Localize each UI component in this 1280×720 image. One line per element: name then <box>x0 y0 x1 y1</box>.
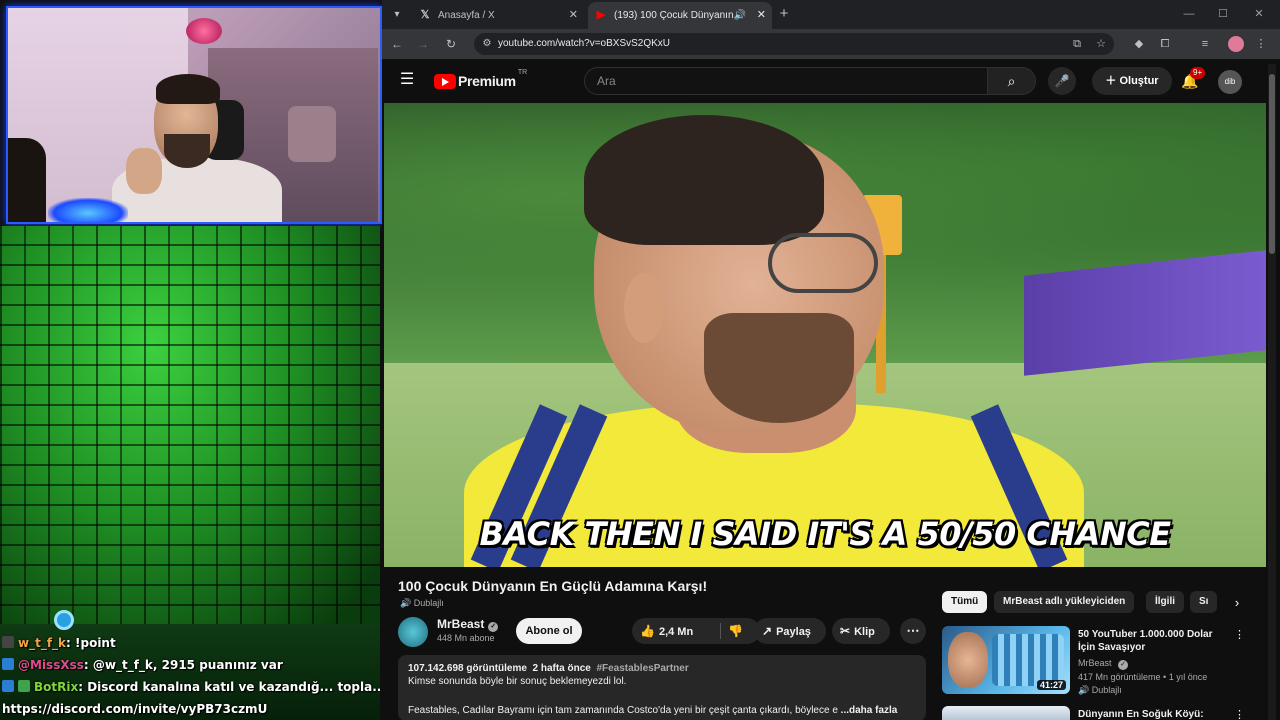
moderator-icon <box>2 680 14 692</box>
sword-icon <box>2 636 14 648</box>
kebab-menu-icon[interactable]: ⋮ <box>1234 628 1245 641</box>
like-dislike-group: 👍 2,4 Mn 👎 <box>632 618 760 644</box>
microphone-icon[interactable]: 🎤 <box>1048 67 1076 95</box>
verified-check-icon: ✓ <box>1118 660 1129 670</box>
show-more-link[interactable]: ...daha fazla <box>841 705 898 716</box>
media-control-icon[interactable]: ≡ <box>1196 35 1214 53</box>
account-avatar[interactable]: dib <box>1218 70 1242 94</box>
tab-youtube[interactable]: ▶ (193) 100 Çocuk Dünyanın 🔊 ✕ <box>588 2 772 29</box>
page-scrollbar[interactable] <box>1268 64 1276 720</box>
bookmark-star-icon[interactable]: ☆ <box>1092 35 1110 53</box>
dubbed-badge: 🔊 Dublajlı <box>1078 685 1122 695</box>
chip-from-uploader[interactable]: MrBeast adlı yükleyiciden <box>994 591 1135 613</box>
maximize-button[interactable]: ☐ <box>1208 4 1238 24</box>
dislike-thumb-icon[interactable]: 👎 <box>728 618 743 644</box>
chevron-right-icon[interactable]: › <box>1228 594 1246 612</box>
close-window-button[interactable]: ✕ <box>1244 4 1274 24</box>
recommended-title[interactable]: Dünyanın En Soğuk Köyü: <box>1078 708 1228 720</box>
recommended-video[interactable]: 41:27 50 YouTuber 1.000.000 Dolar İçin S… <box>942 626 1245 696</box>
channel-name[interactable]: MrBeast ✓ <box>437 617 499 632</box>
kebab-menu-icon[interactable]: ⋮ <box>1234 708 1245 720</box>
moderator-icon <box>2 658 14 670</box>
chip-more[interactable]: Sı <box>1190 591 1218 613</box>
youtube-icon: ▶ <box>596 9 606 21</box>
video-thumbnail[interactable] <box>942 706 1070 720</box>
recommended-channel: MrBeast ✓ <box>1078 658 1129 670</box>
notification-count-badge: 9+ <box>1190 67 1206 79</box>
recommended-title[interactable]: 50 YouTuber 1.000.000 Dolar İçin Savaşıy… <box>1078 628 1228 654</box>
address-bar[interactable]: ⚙ youtube.com/watch?v=oBXSvS2QKxU <box>474 33 1114 55</box>
share-button[interactable]: ↗ Paylaş <box>754 618 826 644</box>
browser-toolbar: ← → ↻ ⚙ youtube.com/watch?v=oBXSvS2QKxU … <box>382 29 1280 59</box>
tab-x[interactable]: 𝕏 Anasayfa / X ✕ <box>412 2 584 29</box>
youtube-header: ☰ Premium TR Ara ⌕ 🎤 ＋ Oluştur 🔔 9+ dib <box>382 59 1280 103</box>
notifications-bell-icon[interactable]: 🔔 9+ <box>1178 67 1206 93</box>
forward-icon[interactable]: → <box>414 35 432 53</box>
speaker-icon[interactable]: 🔊 <box>734 2 746 29</box>
chat-message: w_t_f_k: !point <box>2 632 380 654</box>
chat-message: BotRix: Discord kanalına katıl ve kazand… <box>2 676 380 698</box>
search-icon[interactable]: ⌕ <box>988 67 1036 95</box>
chip-related[interactable]: İlgili <box>1146 591 1184 613</box>
chat-link: https://discord.com/invite/vyPB73czmU <box>2 702 268 716</box>
extension-diamond-icon[interactable]: ◆ <box>1130 35 1148 53</box>
subscribe-button[interactable]: Abone ol <box>516 618 582 644</box>
like-count[interactable]: 2,4 Mn <box>659 626 693 638</box>
video-player[interactable]: BACK THEN I SAID IT'S A 50/50 CHANCE <box>384 103 1266 567</box>
close-tab-icon[interactable]: ✕ <box>569 2 578 29</box>
close-tab-icon[interactable]: ✕ <box>757 2 766 29</box>
scissors-icon: ✂ <box>840 624 851 638</box>
extensions-puzzle-icon[interactable]: ⧠ <box>1156 35 1174 53</box>
kebab-menu-icon[interactable]: ⋮ <box>1252 35 1270 53</box>
verified-check-icon: ✓ <box>488 622 499 632</box>
minimize-button[interactable]: — <box>1174 4 1204 24</box>
back-icon[interactable]: ← <box>388 35 406 53</box>
stream-chat: w_t_f_k: !point @MissXss: @w_t_f_k, 2915… <box>2 632 380 720</box>
search-input[interactable]: Ara <box>584 67 988 95</box>
tab-search-button[interactable]: ▾ <box>388 6 406 24</box>
youtube-play-icon <box>434 73 456 89</box>
install-app-icon[interactable]: ⧉ <box>1068 35 1086 53</box>
reload-icon[interactable]: ↻ <box>442 35 460 53</box>
profile-avatar[interactable] <box>1228 36 1244 52</box>
video-thumbnail[interactable]: 41:27 <box>942 626 1070 694</box>
glasses <box>768 233 878 293</box>
more-actions-icon[interactable]: ⋯ <box>900 618 926 644</box>
video-title: 100 Çocuk Dünyanın En Güçlü Adamına Karş… <box>398 578 708 594</box>
description-box[interactable]: 107.142.698 görüntüleme 2 hafta önce #Fe… <box>398 655 926 720</box>
bot-icon <box>18 680 30 692</box>
hashtag-link[interactable]: #FeastablesPartner <box>596 663 688 674</box>
youtube-premium-logo[interactable]: Premium TR <box>434 69 527 91</box>
tab-bar: ▾ 𝕏 Anasayfa / X ✕ ▶ (193) 100 Çocuk Dünya… <box>382 0 1280 29</box>
video-duration: 41:27 <box>1036 680 1066 690</box>
subscriber-count: 448 Mn abone <box>437 633 495 643</box>
brick-wall-background <box>0 226 380 624</box>
chip-all[interactable]: Tümü <box>942 591 988 613</box>
chat-message: @MissXss: @w_t_f_k, 2915 puanınız var <box>2 654 380 676</box>
like-thumb-icon[interactable]: 👍 <box>640 618 655 644</box>
browser-window: ▾ 𝕏 Anasayfa / X ✕ ▶ (193) 100 Çocuk Dünya… <box>382 0 1280 720</box>
webcam-feed <box>6 6 382 224</box>
chair <box>288 106 336 162</box>
site-info-icon[interactable]: ⚙ <box>480 37 494 51</box>
share-arrow-icon: ↗ <box>762 624 773 638</box>
clip-button[interactable]: ✂ Klip <box>832 618 890 644</box>
video-subtitle: BACK THEN I SAID IT'S A 50/50 CHANCE <box>479 515 1171 553</box>
new-tab-button[interactable]: + <box>774 4 794 24</box>
hamburger-menu-icon[interactable]: ☰ <box>398 71 416 89</box>
x-logo-icon: 𝕏 <box>420 9 430 21</box>
lamp <box>186 18 222 44</box>
create-button[interactable]: ＋ Oluştur <box>1092 67 1172 95</box>
dubbed-badge: 🔊 Dublajlı <box>400 598 444 608</box>
recommended-video[interactable]: Dünyanın En Soğuk Köyü: ⋮ <box>942 706 1245 720</box>
channel-avatar[interactable] <box>398 617 428 647</box>
filter-chips: Tümü MrBeast adlı yükleyiciden İlgili Sı <box>942 591 1242 615</box>
